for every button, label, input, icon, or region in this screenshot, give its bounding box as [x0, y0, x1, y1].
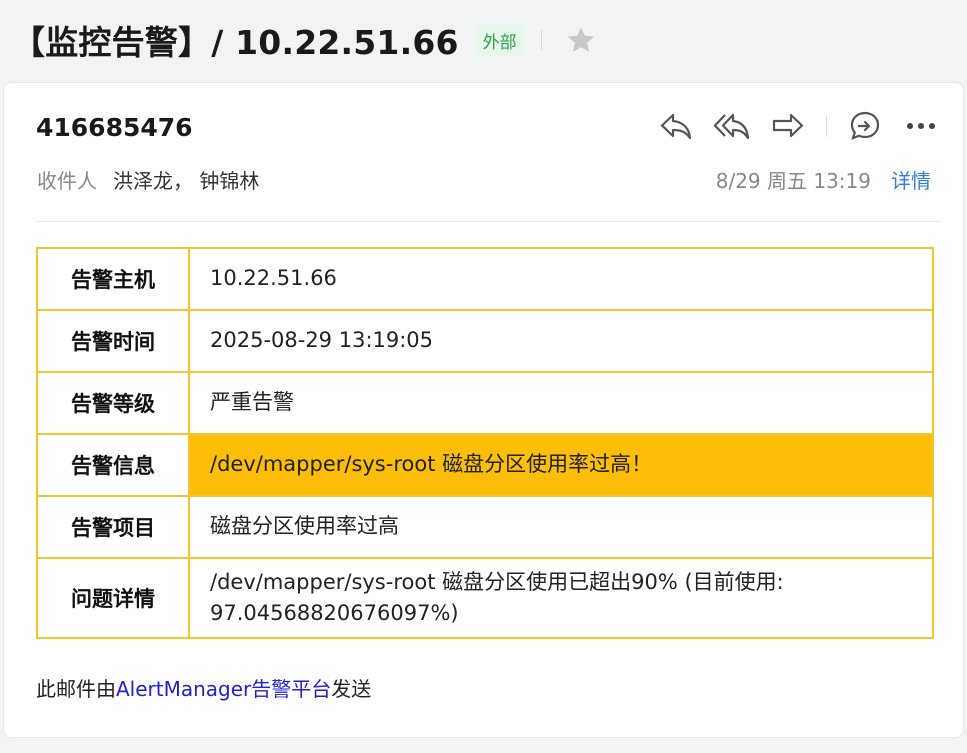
external-badge: 外部: [474, 24, 525, 56]
recipients-line: 收件人 洪泽龙， 钟锦林: [37, 165, 259, 194]
row-value: 2025-08-29 13:19:05: [188, 309, 934, 373]
mail-subject: 【监控告警】/ 10.22.51.66: [12, 23, 459, 62]
row-value: 10.22.51.66: [188, 247, 934, 311]
sender-name[interactable]: 416685476: [36, 113, 193, 142]
sent-time: 8/29 周五 13:19: [715, 169, 871, 193]
row-label: 告警等级: [36, 371, 190, 435]
actions-divider: [826, 115, 827, 137]
row-label: 告警时间: [36, 309, 190, 373]
row-value: /dev/mapper/sys-root 磁盘分区使用已超出90% (目前使用:…: [188, 557, 934, 639]
mail-footer: 此邮件由AlertManager告警平台发送: [36, 673, 371, 702]
table-row: 告警项目 磁盘分区使用率过高: [36, 495, 934, 559]
row-label: 告警信息: [36, 433, 190, 497]
row-label: 告警项目: [36, 495, 190, 559]
header-divider: [36, 221, 941, 222]
table-row: 告警主机 10.22.51.66: [36, 247, 934, 311]
alert-table: 告警主机 10.22.51.66 告警时间 2025-08-29 13:19:0…: [36, 247, 934, 639]
footer-prefix: 此邮件由: [36, 677, 116, 701]
table-row-highlighted: 告警信息 /dev/mapper/sys-root 磁盘分区使用率过高！: [36, 433, 934, 497]
subject-bar: 【监控告警】/ 10.22.51.66 外部: [0, 0, 967, 80]
table-row: 告警等级 严重告警: [36, 371, 934, 435]
subject-divider: [540, 30, 542, 50]
more-icon[interactable]: [899, 105, 943, 147]
footer-suffix: 发送: [331, 677, 372, 701]
table-row: 告警时间 2025-08-29 13:19:05: [36, 309, 934, 373]
forward-icon[interactable]: [766, 105, 810, 147]
mail-meta: 8/29 周五 13:19 详情: [716, 165, 931, 194]
recipients-label: 收件人: [37, 169, 97, 193]
chat-icon[interactable]: [843, 105, 887, 147]
reply-icon[interactable]: [654, 105, 698, 147]
row-value: /dev/mapper/sys-root 磁盘分区使用率过高！: [188, 433, 934, 497]
row-value: 严重告警: [188, 371, 934, 435]
table-row: 问题详情 /dev/mapper/sys-root 磁盘分区使用已超出90% (…: [36, 557, 934, 639]
recipients-names[interactable]: 洪泽龙， 钟锦林: [113, 165, 259, 194]
mail-actions: [642, 105, 943, 147]
row-label: 问题详情: [36, 557, 190, 639]
mail-card: 416685476 收件人 洪泽龙， 钟锦林 8/29 周五 13:19 详情 …: [3, 82, 964, 738]
reply-all-icon[interactable]: [710, 105, 754, 147]
details-link[interactable]: 详情: [891, 165, 931, 194]
star-icon[interactable]: [564, 23, 598, 57]
mail-view: 【监控告警】/ 10.22.51.66 外部 416685476 收件人 洪泽龙…: [0, 0, 967, 753]
row-value: 磁盘分区使用率过高: [188, 495, 934, 559]
alertmanager-link[interactable]: AlertManager告警平台: [116, 677, 331, 701]
row-label: 告警主机: [36, 247, 190, 311]
